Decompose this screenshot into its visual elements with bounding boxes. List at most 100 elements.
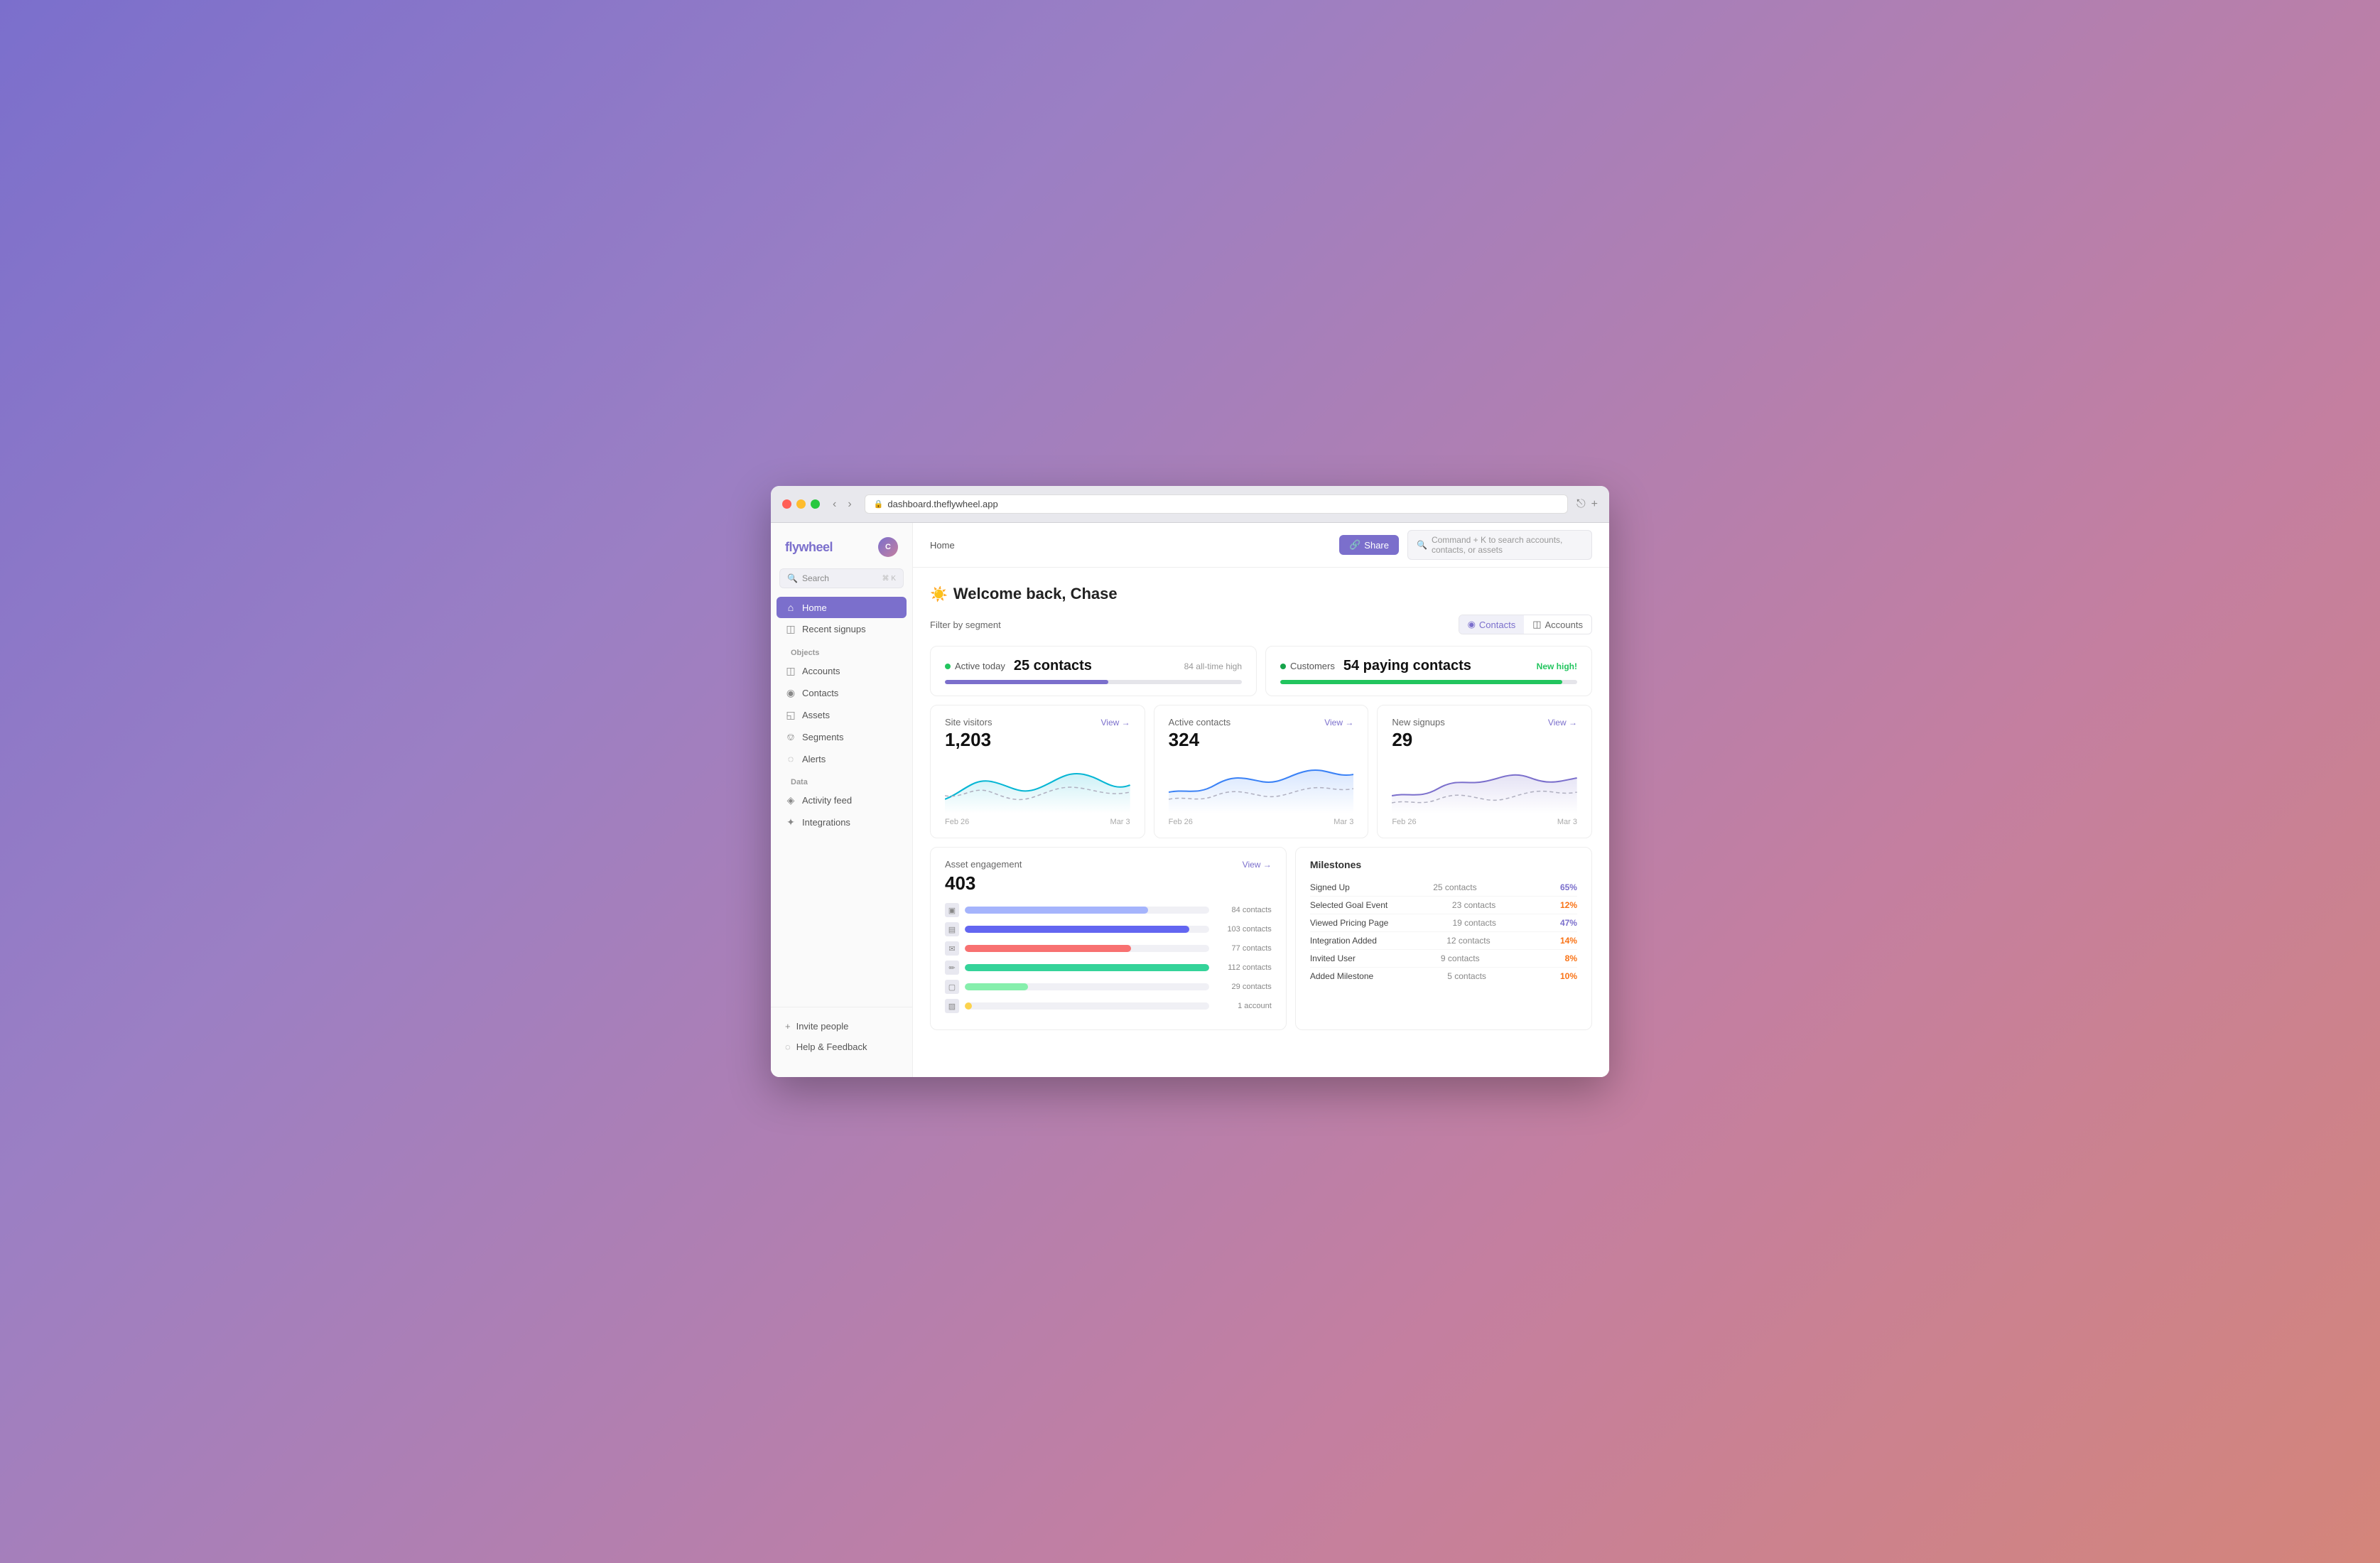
milestone-pct: 10% [1560, 971, 1577, 981]
help-icon: ◌ [785, 1042, 791, 1052]
objects-section-label: Objects [777, 640, 907, 660]
sidebar-item-activity-feed[interactable]: ◈ Activity feed [777, 789, 907, 811]
search-placeholder: Command + K to search accounts, contacts… [1432, 535, 1583, 555]
browser-actions: ⎋ + [1576, 498, 1598, 511]
invite-people-item[interactable]: + Invite people [777, 1016, 907, 1037]
asset-bar-fill [965, 983, 1028, 990]
app-layout: flywheel C 🔍 Search ⌘ K ⌂ Home ◫ Recent … [771, 523, 1609, 1077]
stat-header: Customers 54 paying contacts New high! [1280, 658, 1577, 674]
asset-bar-track [965, 907, 1209, 914]
browser-window: ‹ › 🔒 dashboard.theflywheel.app ⎋ + flyw… [771, 486, 1609, 1077]
chart-label: Site visitors [945, 717, 992, 728]
asset-icon: ▨ [945, 999, 959, 1013]
activity-feed-icon: ◈ [785, 794, 796, 806]
help-feedback-item[interactable]: ◌ Help & Feedback [777, 1037, 907, 1057]
help-label: Help & Feedback [796, 1042, 867, 1052]
active-contacts-card: Active contacts View → 324 [1154, 705, 1369, 838]
milestone-name: Selected Goal Event [1310, 900, 1388, 910]
chart-view-link[interactable]: View → [1548, 718, 1577, 728]
nav-buttons: ‹ › [828, 497, 856, 512]
active-today-card: Active today 25 contacts 84 all-time hig… [930, 646, 1257, 696]
contacts-icon: ◉ [1468, 619, 1476, 630]
sidebar-item-integrations[interactable]: ✦ Integrations [777, 811, 907, 833]
stat-value: 25 contacts [1014, 658, 1092, 674]
stat-label-text: Active today [955, 661, 1005, 671]
chart-area [1392, 757, 1577, 813]
fullscreen-button[interactable] [811, 499, 820, 509]
sidebar-item-alerts[interactable]: ◌ Alerts [777, 748, 907, 769]
new-tab-icon[interactable]: + [1591, 498, 1598, 511]
milestone-name: Viewed Pricing Page [1310, 918, 1389, 928]
share-button[interactable]: 🔗 Share [1339, 535, 1399, 555]
address-bar[interactable]: 🔒 dashboard.theflywheel.app [865, 494, 1568, 514]
milestone-pct: 14% [1560, 936, 1577, 946]
sidebar-item-contacts[interactable]: ◉ Contacts [777, 682, 907, 704]
milestone-pct: 8% [1565, 953, 1577, 963]
milestones-card: Milestones Signed Up 25 contacts 65% Sel… [1295, 847, 1592, 1030]
back-button[interactable]: ‹ [828, 497, 840, 512]
asset-label: Asset engagement [945, 859, 1022, 870]
sidebar-item-label: Alerts [802, 754, 826, 764]
sidebar-nav: ⌂ Home ◫ Recent signups Objects ◫ Accoun… [771, 597, 912, 1007]
asset-row: ▨ 1 account [945, 999, 1272, 1013]
date-start: Feb 26 [1169, 818, 1193, 826]
forward-button[interactable]: › [843, 497, 855, 512]
asset-count: 103 contacts [1215, 925, 1272, 934]
search-icon: 🔍 [787, 573, 798, 583]
chart-header: New signups View → [1392, 717, 1577, 728]
invite-label: Invite people [796, 1021, 849, 1032]
sidebar-item-recent-signups[interactable]: ◫ Recent signups [777, 618, 907, 640]
sidebar-search[interactable]: 🔍 Search ⌘ K [779, 568, 904, 588]
chart-value: 324 [1169, 729, 1354, 751]
asset-value: 403 [945, 872, 1272, 894]
date-start: Feb 26 [1392, 818, 1416, 826]
contacts-segment-button[interactable]: ◉ Contacts [1459, 615, 1525, 634]
traffic-lights [782, 499, 820, 509]
milestones-title: Milestones [1310, 859, 1577, 870]
asset-icon: ✉ [945, 941, 959, 956]
active-contacts-chart [1169, 757, 1354, 813]
asset-bar-track [965, 964, 1209, 971]
asset-row: ✏ 112 contacts [945, 961, 1272, 975]
segment-row: Filter by segment ◉ Contacts ◫ Accounts [930, 615, 1592, 634]
new-signups-card: New signups View → 29 [1377, 705, 1592, 838]
milestone-row: Integration Added 12 contacts 14% [1310, 932, 1577, 950]
sidebar-item-assets[interactable]: ◱ Assets [777, 704, 907, 726]
chart-header: Site visitors View → [945, 717, 1130, 728]
top-bar-right: 🔗 Share 🔍 Command + K to search accounts… [1339, 530, 1592, 560]
chart-area [1169, 757, 1354, 813]
chart-view-link[interactable]: View → [1324, 718, 1353, 728]
global-search[interactable]: 🔍 Command + K to search accounts, contac… [1407, 530, 1592, 560]
milestone-name: Invited User [1310, 953, 1356, 963]
avatar[interactable]: C [878, 537, 898, 557]
contacts-label: Contacts [1479, 620, 1515, 630]
asset-row: ▣ 84 contacts [945, 903, 1272, 917]
minimize-button[interactable] [796, 499, 806, 509]
date-end: Mar 3 [1557, 818, 1577, 826]
search-placeholder: Search [802, 573, 829, 583]
accounts-segment-button[interactable]: ◫ Accounts [1524, 615, 1591, 634]
sidebar-item-accounts[interactable]: ◫ Accounts [777, 660, 907, 682]
stat-label: Customers 54 paying contacts [1280, 658, 1471, 674]
chart-footer: Feb 26 Mar 3 [945, 818, 1130, 826]
sidebar-item-segments[interactable]: ⎊ Segments [777, 726, 907, 748]
url-text: dashboard.theflywheel.app [887, 499, 997, 509]
sidebar: flywheel C 🔍 Search ⌘ K ⌂ Home ◫ Recent … [771, 523, 913, 1077]
sidebar-item-label: Integrations [802, 817, 850, 828]
asset-view-link[interactable]: View → [1243, 860, 1272, 870]
asset-bar-track [965, 1002, 1209, 1010]
welcome-text: Welcome back, Chase [953, 585, 1118, 603]
milestone-row: Viewed Pricing Page 19 contacts 47% [1310, 914, 1577, 932]
sun-icon: ☀️ [930, 585, 948, 603]
welcome-row: ☀️ Welcome back, Chase [930, 585, 1592, 603]
alerts-icon: ◌ [785, 753, 796, 764]
sidebar-item-home[interactable]: ⌂ Home [777, 597, 907, 618]
accounts-icon: ◫ [785, 665, 796, 677]
milestone-contacts: 5 contacts [1447, 971, 1486, 981]
chart-view-link[interactable]: View → [1101, 718, 1130, 728]
close-button[interactable] [782, 499, 791, 509]
milestone-contacts: 19 contacts [1452, 918, 1495, 928]
sidebar-item-label: Home [802, 602, 827, 613]
share-icon[interactable]: ⎋ [1576, 498, 1586, 511]
chart-label: New signups [1392, 717, 1444, 728]
